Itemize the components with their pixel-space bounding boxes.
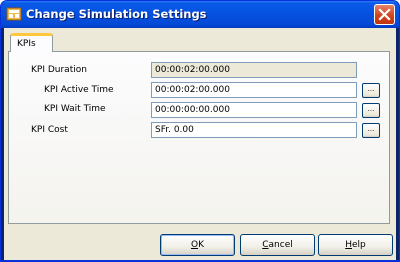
kpi-cost-label: KPI Cost — [31, 125, 68, 135]
window-title: Change Simulation Settings — [26, 7, 207, 21]
help-button[interactable]: Help — [318, 234, 393, 256]
ok-button[interactable]: OK — [160, 234, 235, 256]
ok-label: K — [198, 240, 204, 250]
help-label: elp — [352, 240, 366, 250]
kpi-wait-time-input[interactable]: 00:00:00:00.000 — [151, 102, 357, 118]
kpi-wait-time-browse-button[interactable]: ... — [362, 103, 380, 118]
kpi-active-time-label: KPI Active Time — [44, 85, 114, 95]
app-icon — [6, 7, 22, 21]
kpis-tab-panel: KPI Duration 00:00:02:00.000 KPI Active … — [8, 51, 390, 224]
kpi-duration-label: KPI Duration — [31, 65, 87, 75]
title-bar[interactable]: Change Simulation Settings — [1, 1, 399, 28]
close-button[interactable] — [374, 4, 395, 25]
dialog-window: Change Simulation Settings KPIs KPI Dura… — [0, 0, 400, 262]
kpi-duration-field: 00:00:02:00.000 — [151, 62, 357, 78]
cancel-label: ancel — [268, 240, 293, 250]
cancel-button[interactable]: Cancel — [240, 234, 315, 256]
kpi-active-time-browse-button[interactable]: ... — [362, 83, 380, 98]
kpi-active-time-input[interactable]: 00:00:02:00.000 — [151, 82, 357, 98]
kpi-cost-input[interactable]: SFr. 0.00 — [151, 122, 357, 138]
tab-kpis-label: KPIs — [17, 39, 36, 49]
kpi-cost-browse-button[interactable]: ... — [362, 123, 380, 138]
kpi-wait-time-label: KPI Wait Time — [44, 104, 106, 114]
close-icon — [378, 8, 391, 21]
tab-kpis[interactable]: KPIs — [10, 33, 53, 52]
dialog-body: KPIs KPI Duration 00:00:02:00.000 KPI Ac… — [4, 28, 396, 260]
help-mnemonic: H — [345, 240, 352, 250]
